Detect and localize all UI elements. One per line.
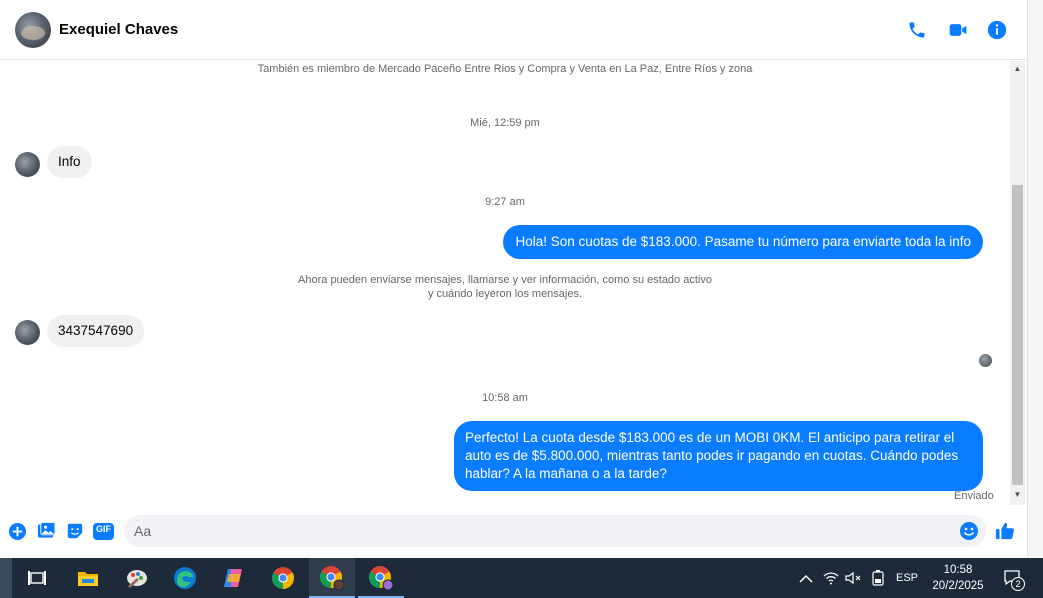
message-thread[interactable]: También es miembro de Mercado Paceño Ent… [0,61,1010,507]
scroll-down-arrow-icon[interactable]: ▼ [1013,491,1022,499]
scroll-up-arrow-icon[interactable]: ▲ [1013,65,1022,73]
photo-icon[interactable] [36,521,56,541]
volume-muted-icon[interactable] [843,558,863,598]
emoji-icon[interactable] [959,521,979,541]
video-camera-icon[interactable] [946,18,970,42]
windows-taskbar: ESP 10:58 20/2/2025 2 [0,558,1043,598]
plus-icon[interactable] [7,521,27,541]
notification-count-badge: 2 [1011,577,1025,591]
phone-icon[interactable] [905,18,929,42]
task-view-icon[interactable] [14,558,60,598]
read-receipt-avatar [979,354,992,367]
gif-icon[interactable]: GIF [93,521,114,541]
chrome-profile-icon[interactable] [309,558,355,598]
incoming-message[interactable]: Info [47,146,92,178]
paint-icon[interactable] [114,558,160,598]
message-line: auto es de $5.800.000, mientras tanto po… [465,448,959,463]
message-composer: GIF [0,507,1027,557]
outgoing-message[interactable]: Hola! Son cuotas de $183.000. Pasame tu … [503,225,983,259]
contact-avatar[interactable] [15,12,51,48]
message-status: Enviado [954,490,994,502]
presence-notice: Ahora pueden enviarse mensajes, llamarse… [0,273,1010,301]
sticker-icon[interactable] [65,521,85,541]
timestamp: Mié, 12:59 pm [470,117,540,129]
clock-date: 20/2/2025 [932,580,984,592]
contact-avatar-small[interactable] [15,320,40,345]
scroll-thumb[interactable] [1012,185,1023,485]
gif-label: GIF [96,524,111,534]
copilot-icon[interactable] [210,558,256,598]
info-icon[interactable] [985,18,1009,42]
message-line: Perfecto! La cuota desde $183.000 es de … [465,430,955,445]
language-indicator[interactable]: ESP [893,558,921,598]
contact-avatar-small[interactable] [15,152,40,177]
outgoing-message[interactable]: Perfecto! La cuota desde $183.000 es de … [454,421,983,491]
edge-icon[interactable] [162,558,208,598]
clock-time: 10:58 [943,564,973,576]
system-clock[interactable]: 10:58 20/2/2025 [924,562,992,594]
chrome-icon[interactable] [260,558,306,598]
timestamp: 10:58 am [482,392,528,404]
like-icon[interactable] [995,521,1015,541]
incoming-message[interactable]: 3437547690 [47,315,145,347]
chat-scrollbar[interactable]: ▲ ▼ [1010,61,1025,505]
file-explorer-icon[interactable] [65,558,111,598]
notification-center-icon[interactable]: 2 [998,558,1028,598]
group-membership-notice: También es miembro de Mercado Paceño Ent… [257,63,753,75]
contact-name[interactable]: Exequiel Chaves [59,21,178,38]
battery-icon[interactable] [868,558,888,598]
window-edge [1027,0,1043,557]
chat-header: Exequiel Chaves [0,0,1027,60]
desktop-edge [0,558,12,598]
presence-notice-line: y cuándo leyeron los mensajes. [427,288,583,300]
chrome-profile-2-icon[interactable] [358,558,404,598]
message-line: hablar? A la mañana o a la tarde? [465,466,667,481]
timestamp: 9:27 am [485,196,525,208]
message-input[interactable] [124,515,986,547]
wifi-icon[interactable] [821,558,841,598]
chevron-up-icon[interactable] [796,558,816,598]
presence-notice-line: Ahora pueden enviarse mensajes, llamarse… [298,274,712,286]
